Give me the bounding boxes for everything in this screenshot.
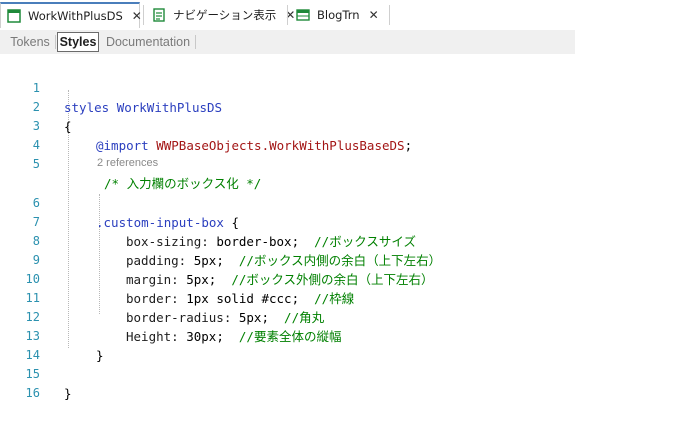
sub-tab-bar: Tokens Styles Documentation [0,30,575,54]
tab-divider [287,5,288,25]
code-line: 6 .custom-input-box { [0,175,678,230]
tab-label: BlogTrn [317,8,360,22]
document-tab-bar: WorkWithPlusDS ✕ ナビゲーション表示 ✕ BlogTrn ✕ [0,0,678,30]
close-icon[interactable]: ✕ [369,8,379,22]
web-panel-icon [153,8,165,22]
line-number: 5 [32,157,40,171]
code-line: 12 Height: 30px; //要素全体の縦幅 [0,289,678,344]
code-editor[interactable]: 1 styles WorkWithPlusDS 2 { 3 @import WW… [0,54,678,401]
code-line: 11 border-radius: 5px; //角丸 [0,270,678,325]
tab-styles[interactable]: Styles [57,32,99,52]
code-line: 16 [0,365,678,400]
code-line: 3 @import WWPBaseObjects.WorkWithPlusBas… [0,98,678,153]
sub-tab-divider [55,35,56,49]
references-codelens[interactable]: 2 references [97,157,158,173]
code-line: 15 } [0,346,678,401]
code-line: 4 [0,117,678,152]
code-line: 1 styles WorkWithPlusDS [0,60,678,115]
code-line: 8 padding: 5px; //ボックス内側の余白（上下左右） [0,213,678,268]
code-line: 14 [0,327,678,362]
code-line: 2 { [0,79,678,134]
close-icon[interactable]: ✕ [132,9,142,23]
code-line: 5 /* 入力欄のボックス化 */ [0,136,678,191]
tab-documentation[interactable]: Documentation [103,32,193,52]
tab-workwithplusds[interactable]: WorkWithPlusDS ✕ [0,2,142,28]
tab-label: ナビゲーション表示 [173,8,277,22]
transaction-icon [296,9,310,21]
object-icon [7,9,21,23]
sub-tab-divider [195,35,196,49]
code-line: 13 } [0,308,678,363]
brace: } [64,386,72,401]
tab-tokens[interactable]: Tokens [6,32,54,52]
code-line: 7 box-sizing: border-box; //ボックスサイズ [0,194,678,249]
tab-navigation-display[interactable]: ナビゲーション表示 ✕ [146,2,295,28]
code-line: 9 margin: 5px; //ボックス外側の余白（上下左右） [0,232,678,287]
tab-divider [389,5,390,25]
code-line: 10 border: 1px solid #ccc; //枠線 [0,251,678,306]
tab-label: WorkWithPlusDS [28,9,123,23]
tab-blogtrn[interactable]: BlogTrn ✕ [290,2,386,28]
line-number: 16 [25,386,40,400]
tab-divider [143,5,144,25]
